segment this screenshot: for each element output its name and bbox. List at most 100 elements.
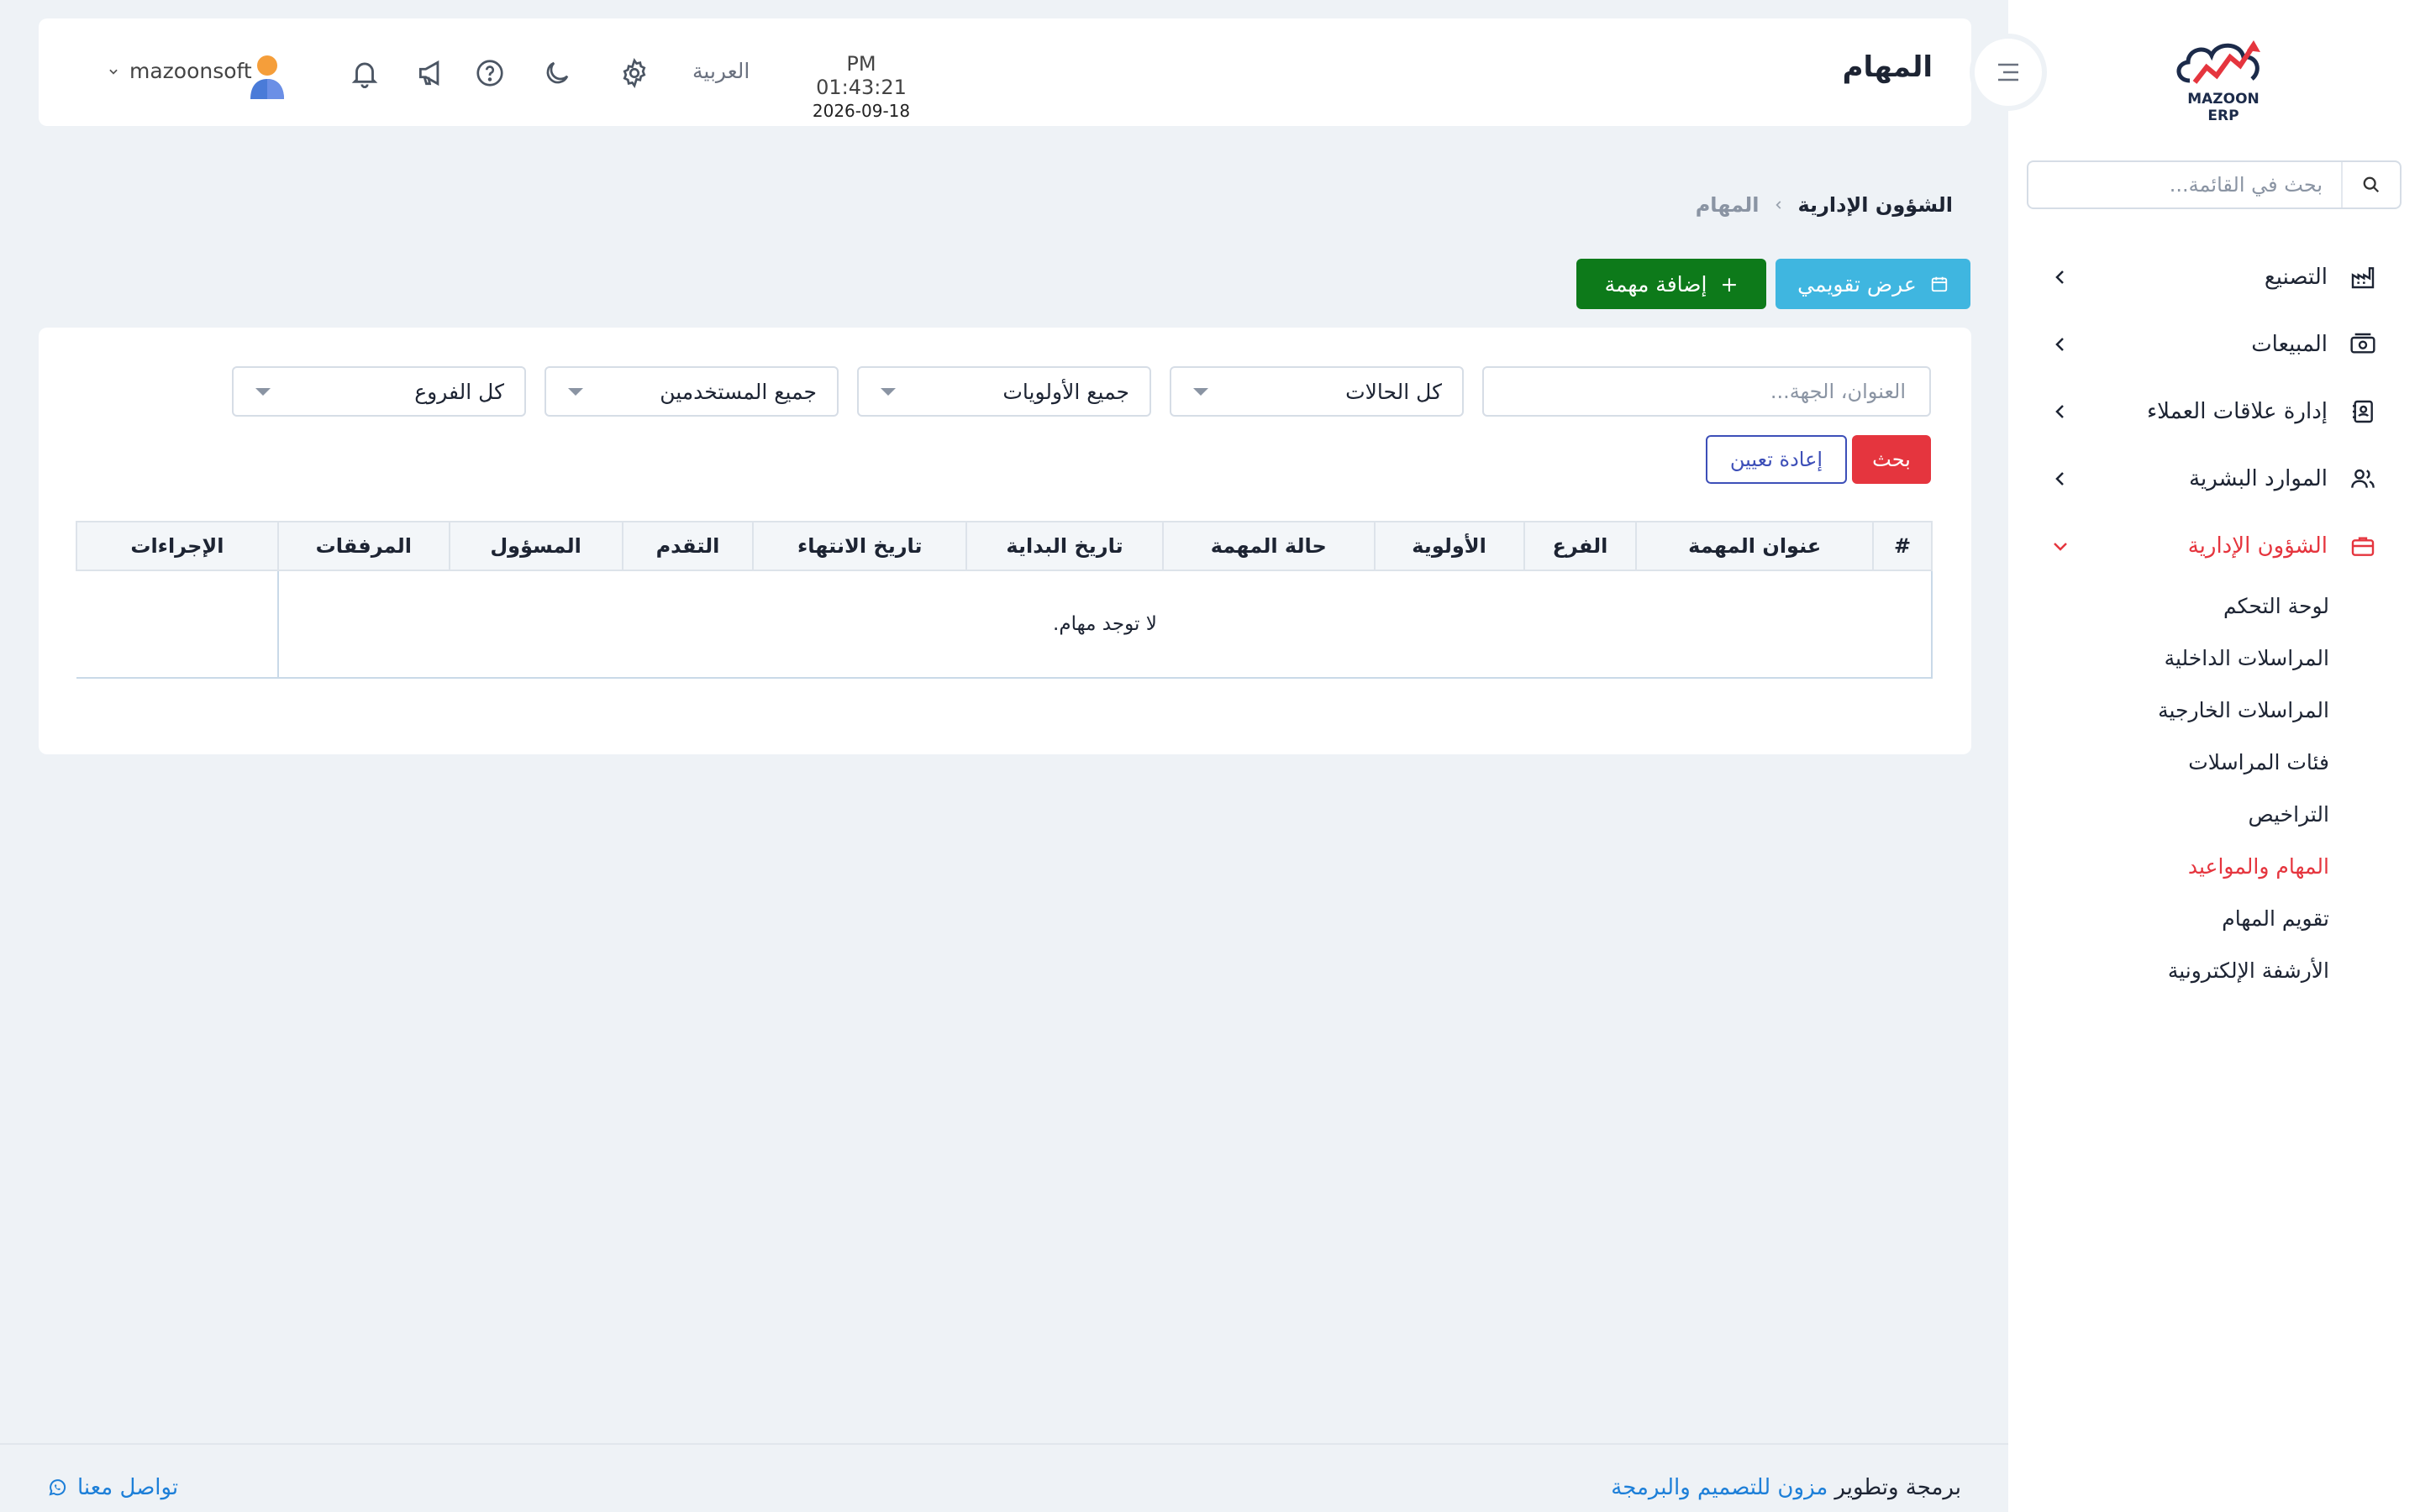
sidebar-item-label: الشؤون الإدارية <box>2187 533 2328 559</box>
branches-filter-select[interactable]: كل الفروع <box>232 366 526 417</box>
submenu-item-internal-correspondence[interactable]: المراسلات الداخلية <box>2008 632 2329 684</box>
sidebar-item-label: إدارة علاقات العملاء <box>2146 399 2328 424</box>
briefcase-icon <box>2348 531 2378 561</box>
add-task-button[interactable]: إضافة مهمة + <box>1576 259 1766 309</box>
username: mazoonsoft <box>129 59 252 83</box>
column-header[interactable]: التقدم <box>621 521 755 571</box>
clock-date: 2026-09-18 <box>812 101 911 121</box>
tasks-table: # عنوان المهمة الفرع الأولوية حالة المهم… <box>76 521 1933 679</box>
sidebar-item-label: المبيعات <box>2251 332 2328 357</box>
priority-filter-select[interactable]: جميع الأولويات <box>857 366 1151 417</box>
chevron-down-icon <box>2050 536 2070 556</box>
cash-icon <box>2348 329 2378 360</box>
breadcrumb-current: المهام <box>1695 193 1760 217</box>
administration-submenu: لوحة التحكم المراسلات الداخلية المراسلات… <box>2008 580 2420 996</box>
factory-icon <box>2348 262 2378 292</box>
users-filter-value: جميع المستخدمين <box>660 379 817 404</box>
caret-down-icon <box>881 387 896 396</box>
avatar[interactable] <box>247 54 287 99</box>
help-icon[interactable] <box>471 54 509 92</box>
clock: PM 01:43:21 2026-09-18 <box>798 52 924 121</box>
search-icon[interactable] <box>2341 162 2400 207</box>
logo-cloud-icon <box>2176 40 2260 84</box>
logo-text: MAZOON ERP <box>2187 91 2260 124</box>
tasks-card: كل الحالات جميع الأولويات جميع المستخدمي… <box>39 328 1971 754</box>
column-header[interactable]: الأولوية <box>1373 521 1525 571</box>
status-filter-select[interactable]: كل الحالات <box>1170 366 1464 417</box>
search-button[interactable]: بحث <box>1852 435 1931 484</box>
column-header[interactable]: حالة المهمة <box>1161 521 1376 571</box>
chevron-left-icon <box>2050 402 2070 422</box>
whatsapp-icon <box>47 1478 67 1498</box>
sidebar-item-label: الموارد البشرية <box>2189 466 2328 491</box>
company-link[interactable]: مزون للتصميم والبرمجة <box>1611 1475 1828 1500</box>
breadcrumb-parent[interactable]: الشؤون الإدارية <box>1798 193 1954 217</box>
chevron-left-icon <box>1773 199 1785 211</box>
sidebar-toggle-button[interactable] <box>1970 34 2047 111</box>
language-switch[interactable]: العربية <box>692 59 750 83</box>
table-row: لا توجد مهام. <box>76 570 1933 679</box>
column-header[interactable]: الفرع <box>1523 521 1638 571</box>
contact-us-link[interactable]: تواصل معنا <box>47 1475 178 1500</box>
contact-us-label: تواصل معنا <box>77 1475 179 1500</box>
calendar-icon <box>1930 275 1949 293</box>
menu-lines-icon <box>1995 61 2022 83</box>
users-filter-select[interactable]: جميع المستخدمين <box>544 366 839 417</box>
plus-icon: + <box>1720 271 1739 297</box>
chevron-left-icon <box>2050 469 2070 489</box>
submenu-item-tasks-calendar[interactable]: تقويم المهام <box>2008 892 2329 944</box>
sidebar-item-label: التصنيع <box>2264 265 2328 290</box>
breadcrumb: الشؤون الإدارية المهام <box>1696 193 1953 217</box>
page-title: المهام <box>1842 50 1933 84</box>
gear-icon[interactable] <box>615 54 654 92</box>
chevron-down-icon <box>108 66 119 77</box>
chevron-left-icon <box>2050 334 2070 354</box>
sidebar-item-crm[interactable]: إدارة علاقات العملاء <box>2008 378 2420 445</box>
sidebar: MAZOON ERP التصنيع المبيعات <box>2008 0 2420 1512</box>
column-header[interactable]: المرفقات <box>276 521 450 571</box>
empty-state-message: لا توجد مهام. <box>276 570 1933 679</box>
sidebar-item-hr[interactable]: الموارد البشرية <box>2008 445 2420 512</box>
brand-logo[interactable]: MAZOON ERP <box>2170 34 2277 124</box>
sidebar-item-sales[interactable]: المبيعات <box>2008 311 2420 378</box>
contacts-book-icon <box>2348 396 2378 427</box>
top-header: المهام PM 01:43:21 2026-09-18 العربية ma… <box>39 18 1971 126</box>
footer: برمجة وتطوير مزون للتصميم والبرمجة تواصل… <box>0 1443 2008 1512</box>
users-icon <box>2348 464 2378 494</box>
submenu-item-licenses[interactable]: التراخيص <box>2008 788 2329 840</box>
sidebar-search-input[interactable] <box>2028 162 2341 207</box>
column-header[interactable]: عنوان المهمة <box>1635 521 1875 571</box>
footer-credit-prefix: برمجة وتطوير <box>1834 1475 1961 1500</box>
calendar-view-label: عرض تقويمي <box>1797 271 1917 297</box>
sidebar-item-administration[interactable]: الشؤون الإدارية <box>2008 512 2420 580</box>
column-header[interactable]: المسؤول <box>448 521 623 571</box>
caret-down-icon <box>1193 387 1208 396</box>
sidebar-search <box>2027 160 2402 209</box>
column-header[interactable]: تاريخ الانتهاء <box>752 521 968 571</box>
submenu-item-dashboard[interactable]: لوحة التحكم <box>2008 580 2329 632</box>
column-header[interactable]: # <box>1872 521 1933 571</box>
user-menu[interactable]: mazoonsoft <box>108 59 252 83</box>
title-filter-input[interactable] <box>1482 366 1931 417</box>
submenu-item-tasks-appointments[interactable]: المهام والمواعيد <box>2008 840 2329 892</box>
submenu-item-external-correspondence[interactable]: المراسلات الخارجية <box>2008 684 2329 736</box>
footer-credit: برمجة وتطوير مزون للتصميم والبرمجة <box>1611 1475 1961 1500</box>
megaphone-icon[interactable] <box>412 54 450 92</box>
reset-button[interactable]: إعادة تعيين <box>1706 435 1847 484</box>
column-header[interactable]: تاريخ البداية <box>965 521 1164 571</box>
clock-time: PM 01:43:21 <box>816 52 907 99</box>
calendar-view-button[interactable]: عرض تقويمي <box>1776 259 1970 309</box>
chevron-left-icon <box>2050 267 2070 287</box>
moon-icon[interactable] <box>538 54 576 92</box>
sidebar-menu: التصنيع المبيعات إدارة علاقات العملاء ال… <box>2008 244 2420 996</box>
submenu-item-e-archive[interactable]: الأرشفة الإلكترونية <box>2008 944 2329 996</box>
column-header: الإجراءات <box>76 521 279 571</box>
empty-actions-cell <box>76 570 278 679</box>
status-filter-value: كل الحالات <box>1345 379 1442 404</box>
caret-down-icon <box>255 387 271 396</box>
submenu-item-correspondence-categories[interactable]: فئات المراسلات <box>2008 736 2329 788</box>
branches-filter-value: كل الفروع <box>414 379 504 404</box>
sidebar-item-manufacturing[interactable]: التصنيع <box>2008 244 2420 311</box>
bell-icon[interactable] <box>345 54 384 92</box>
caret-down-icon <box>568 387 583 396</box>
